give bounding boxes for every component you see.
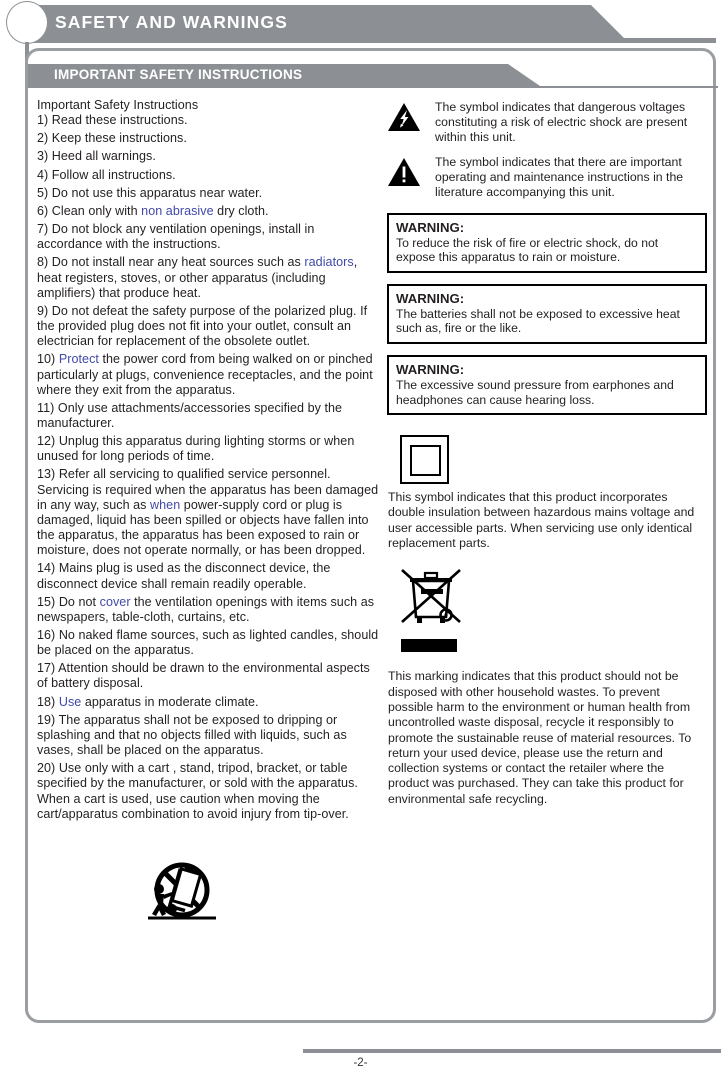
instruction-item: 15) Do not cover the ventilation opening… — [37, 595, 382, 625]
instruction-item: 12) Unplug this apparatus during lightin… — [37, 434, 382, 464]
warning-box-batteries: WARNING: The batteries shall not be expo… — [387, 283, 707, 344]
no-cart-tipover-icon — [130, 862, 232, 924]
warning-title: WARNING: — [396, 290, 465, 306]
page-header: SAFETY AND WARNINGS — [0, 0, 721, 64]
footer-divider — [303, 1049, 721, 1053]
decorative-circle — [6, 1, 48, 44]
crossed-out-wheelie-bin-icon — [399, 567, 469, 653]
instruction-text: 7) Do not block any ventilation openings… — [37, 222, 315, 252]
highlighted-term: when — [150, 497, 181, 512]
instruction-item: 4) Follow all instructions. — [37, 168, 382, 183]
instruction-text: 1) Read these instructions. — [37, 113, 188, 128]
highlighted-term: radiators — [304, 255, 354, 270]
weee-disposal-text: This marking indicates that this product… — [388, 669, 692, 806]
instruction-text: 11) Only use attachments/accessories spe… — [37, 400, 343, 430]
highlighted-term: cover — [99, 594, 131, 609]
instruction-item: 1) Read these instructions. — [37, 113, 382, 128]
exclamation-triangle-icon — [387, 155, 421, 192]
instruction-item: 8) Do not install near any heat sources … — [37, 255, 382, 300]
instruction-text: 17) Attention should be drawn to the env… — [37, 661, 370, 691]
instruction-text: 12) Unplug this apparatus during lightin… — [37, 434, 355, 464]
instruction-text: 5) Do not use this apparatus near water. — [37, 185, 263, 200]
instruction-text: 18) — [37, 694, 59, 709]
instruction-item: 11) Only use attachments/accessories spe… — [37, 401, 382, 431]
instruction-item: 2) Keep these instructions. — [37, 131, 382, 146]
highlighted-term: non abrasive — [141, 203, 214, 218]
instruction-list: 1) Read these instructions. 2) Keep these… — [37, 113, 382, 822]
instruction-text: 19) The apparatus shall not be exposed t… — [37, 712, 347, 758]
instruction-item: 17) Attention should be drawn to the env… — [37, 661, 382, 691]
warning-title: WARNING: — [396, 361, 465, 377]
weee-solid-bar — [401, 639, 457, 653]
instruction-item: 5) Do not use this apparatus near water. — [37, 186, 382, 201]
instruction-text: 2) Keep these instructions. — [37, 131, 187, 146]
instruction-text: 9) Do not defeat the safety purpose of t… — [37, 303, 368, 349]
instruction-text: apparatus in moderate climate. — [81, 694, 259, 709]
symbol-row-attention: The symbol indicates that there are impo… — [387, 155, 707, 200]
instruction-item: 16) No naked flame sources, such as ligh… — [37, 628, 382, 658]
instruction-text: 4) Follow all instructions. — [37, 167, 176, 182]
instruction-text: 8) Do not install near any heat sources … — [37, 255, 305, 270]
symbols-and-warnings-column: The symbol indicates that dangerous volt… — [387, 100, 707, 807]
instruction-item: 7) Do not block any ventilation openings… — [37, 222, 382, 252]
safety-instructions-column: Important Safety Instructions 1) Read th… — [37, 98, 382, 825]
instruction-item: 6) Clean only with non abrasive dry clot… — [37, 204, 382, 219]
instruction-item: 13) Refer all servicing to qualified ser… — [37, 467, 382, 558]
double-insulation-square-icon — [400, 435, 449, 485]
symbol-text: The symbol indicates that there are impo… — [435, 155, 684, 200]
instruction-text: 15) Do not — [37, 594, 100, 609]
instructions-heading: Important Safety Instructions — [37, 98, 199, 112]
warning-box-moisture: WARNING: To reduce the risk of fire or e… — [387, 212, 707, 273]
highlighted-term: Protect — [58, 352, 99, 367]
warning-box-sound-pressure: WARNING: The excessive sound pressure fr… — [387, 354, 707, 416]
instruction-item: 19) The apparatus shall not be exposed t… — [37, 713, 382, 758]
instruction-item: 14) Mains plug is used as the disconnect… — [37, 561, 382, 591]
instruction-item: 9) Do not defeat the safety purpose of t… — [37, 304, 382, 349]
instruction-text: dry cloth. — [213, 203, 269, 218]
page-title: SAFETY AND WARNINGS — [55, 12, 288, 32]
symbol-row-electric-shock: The symbol indicates that dangerous volt… — [387, 100, 707, 145]
instruction-item: 20) Use only with a cart , stand, tripod… — [37, 761, 382, 822]
lightning-bolt-triangle-icon — [387, 100, 421, 137]
double-insulation-text: This symbol indicates that this product … — [388, 490, 695, 551]
instruction-text: 14) Mains plug is used as the disconnect… — [37, 561, 331, 591]
instruction-text: 6) Clean only with — [37, 203, 142, 218]
warning-title: WARNING: — [396, 219, 465, 235]
instruction-item: 18) Use apparatus in moderate climate. — [37, 695, 382, 710]
warning-body: The batteries shall not be exposed to ex… — [396, 306, 680, 336]
instruction-item: 10) Protect the power cord from being wa… — [37, 352, 382, 397]
page-content: Important Safety Instructions 1) Read th… — [25, 48, 716, 1023]
highlighted-term: Use — [58, 694, 82, 709]
warning-body: To reduce the risk of fire or electric s… — [396, 235, 659, 265]
symbol-text: The symbol indicates that dangerous volt… — [435, 100, 688, 145]
header-banner-tail — [33, 38, 716, 43]
warning-body: The excessive sound pressure from earpho… — [396, 377, 674, 407]
instruction-text: 10) — [37, 352, 59, 367]
instruction-item: 3) Heed all warnings. — [37, 149, 382, 164]
instruction-text: 20) Use only with a cart , stand, tripod… — [37, 761, 358, 821]
instruction-text: 3) Heed all warnings. — [37, 149, 156, 164]
page-number: -2- — [353, 1057, 368, 1069]
instruction-text: 16) No naked flame sources, such as ligh… — [37, 628, 379, 658]
